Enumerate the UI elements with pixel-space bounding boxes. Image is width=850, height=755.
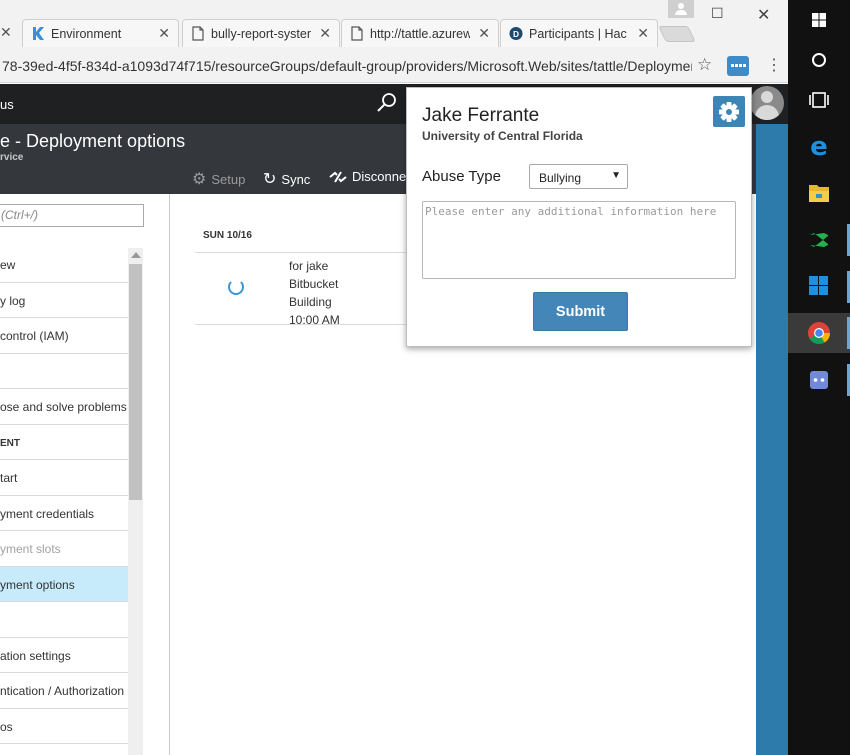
discord-icon[interactable] — [788, 360, 850, 400]
scroll-up-arrow-icon[interactable] — [131, 252, 141, 258]
svg-text:e: e — [810, 132, 828, 162]
deployment-message: for jake — [289, 259, 329, 273]
windows-store-icon[interactable] — [788, 267, 850, 307]
blade-side-pane — [756, 124, 788, 755]
setup-label: Setup — [211, 171, 246, 187]
menu-item-deployment-credentials[interactable]: yment credentials — [0, 496, 128, 531]
file-explorer-icon[interactable] — [788, 173, 850, 213]
close-tab-icon[interactable]: ✕ — [158, 25, 170, 42]
windows-taskbar: e — [788, 0, 850, 755]
tab-environment[interactable]: Environment ✕ — [22, 19, 179, 47]
menu-item-activity-log[interactable]: y log — [0, 283, 128, 318]
azure-brand: us — [0, 97, 14, 112]
close-tab-icon[interactable]: ✕ — [0, 24, 12, 41]
kudu-icon — [33, 27, 44, 40]
disconnect-button[interactable]: Disconnect — [329, 169, 416, 184]
settings-button[interactable] — [713, 96, 745, 127]
tab-title: http://tattle.azurewebsites.net — [370, 27, 470, 41]
page-icon — [351, 26, 363, 41]
abuse-type-value: Bullying — [539, 171, 582, 185]
browser-tab-strip: ✕ Environment ✕ bully-report-system ✕ ht… — [0, 0, 788, 50]
menu-item-tags[interactable] — [0, 354, 128, 389]
menu-item-overview[interactable]: ew — [0, 247, 128, 283]
deployment-status: Building — [289, 295, 332, 309]
menu-item-access-control[interactable]: control (IAM) — [0, 318, 128, 354]
sync-button[interactable]: ↻ Sync — [263, 169, 310, 189]
address-bar[interactable]: 78-39ed-4f5f-834d-a1093d74f715/resourceG… — [2, 58, 692, 74]
devpost-icon: D — [509, 26, 523, 41]
tab-title: bully-report-system — [211, 27, 311, 41]
user-name: Jake Ferrante — [422, 105, 540, 126]
abuse-type-select[interactable]: Bullying ▼ — [529, 164, 628, 189]
cortana-icon[interactable] — [788, 40, 850, 80]
visual-studio-icon[interactable] — [788, 220, 850, 260]
tab-tattle[interactable]: http://tattle.azurewebsites.net ✕ — [341, 19, 499, 47]
sync-label: Sync — [281, 171, 311, 187]
close-tab-icon[interactable]: ✕ — [478, 25, 490, 42]
maximize-button[interactable]: ☐ — [711, 5, 724, 22]
menu-item-backups[interactable]: os — [0, 709, 128, 744]
resource-menu: (Ctrl+/) ew y log control (IAM) ose and … — [0, 194, 170, 755]
windows-start-icon[interactable] — [788, 0, 850, 40]
search-icon[interactable] — [376, 92, 398, 114]
menu-item-deployment-options[interactable]: yment options — [0, 566, 128, 602]
disconnect-icon — [329, 170, 347, 183]
edge-icon[interactable]: e — [788, 125, 850, 165]
gear-icon: ⚙ — [192, 171, 207, 188]
menu-search-input[interactable]: (Ctrl+/) — [0, 204, 144, 227]
task-view-icon[interactable] — [788, 80, 850, 120]
close-window-button[interactable]: ✕ — [757, 5, 770, 25]
dropdown-arrow-icon: ▼ — [611, 170, 621, 181]
abuse-type-label: Abuse Type — [422, 168, 501, 185]
close-tab-icon[interactable]: ✕ — [637, 25, 649, 42]
avatar[interactable] — [750, 86, 784, 120]
menu-item-diagnose[interactable]: ose and solve problems — [0, 389, 128, 425]
scrollbar-thumb[interactable] — [129, 264, 142, 500]
menu-item-authentication[interactable]: ntication / Authorization — [0, 673, 128, 709]
tab-bully-report[interactable]: bully-report-system ✕ — [182, 19, 340, 47]
tattle-extension-icon[interactable] — [727, 56, 749, 76]
chrome-icon[interactable] — [788, 313, 850, 353]
menu-item-quickstart[interactable]: tart — [0, 460, 128, 496]
sync-icon: ↻ — [263, 171, 277, 188]
deployment-source: Bitbucket — [289, 277, 339, 291]
menu-item-deployment-slots[interactable]: yment slots — [0, 531, 128, 567]
close-tab-icon[interactable]: ✕ — [319, 25, 331, 42]
menu-list: ew y log control (IAM) ose and solve pro… — [0, 247, 128, 744]
report-popup: Jake Ferrante University of Central Flor… — [406, 87, 752, 347]
tab-title: Participants | HackNC — [529, 27, 627, 41]
browser-toolbar: 78-39ed-4f5f-834d-a1093d74f715/resourceG… — [0, 50, 788, 83]
user-university: University of Central Florida — [422, 129, 583, 143]
menu-item-application-settings[interactable]: ation settings — [0, 638, 128, 673]
additional-info-textarea[interactable] — [422, 201, 736, 279]
submit-button[interactable]: Submit — [533, 292, 628, 331]
chrome-profile-icon[interactable] — [668, 0, 694, 18]
bookmark-star-icon[interactable]: ☆ — [697, 55, 712, 75]
new-tab-button[interactable] — [658, 26, 696, 42]
deployment-details: for jake Bitbucket Building 10:00 AM — [289, 257, 340, 329]
date-header: SUN 10/16 — [203, 230, 252, 241]
page-icon — [192, 26, 204, 41]
svg-text:D: D — [513, 29, 519, 39]
deployment-time: 10:00 AM — [289, 313, 340, 327]
tab-title: Environment — [51, 27, 122, 41]
page-title: e - Deployment options — [0, 131, 186, 151]
chrome-menu-icon[interactable]: ⋮ — [766, 55, 782, 75]
building-spinner-icon — [228, 279, 244, 295]
gear-icon — [719, 102, 739, 122]
deployment-row[interactable]: for jake Bitbucket Building 10:00 AM — [195, 252, 435, 327]
menu-section-settings — [0, 602, 128, 638]
tab-participants[interactable]: D Participants | HackNC ✕ — [500, 19, 658, 47]
setup-button[interactable]: ⚙ Setup — [192, 169, 245, 189]
menu-section-deployment: ENT — [0, 425, 128, 460]
page-subtitle: rvice — [0, 152, 24, 163]
menu-scrollbar[interactable] — [128, 248, 143, 755]
